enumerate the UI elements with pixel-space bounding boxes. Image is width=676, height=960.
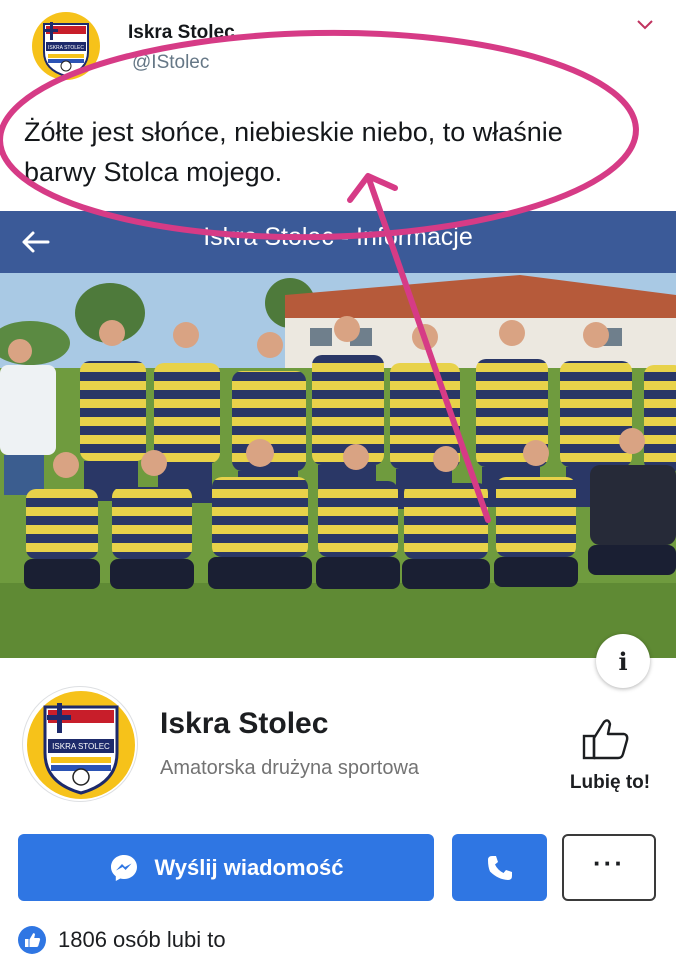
more-dots-icon: ··· [593, 847, 625, 878]
chevron-down-icon[interactable] [636, 18, 654, 32]
team-photo-image [0, 273, 676, 658]
svg-text:ISKRA STOLEC: ISKRA STOLEC [48, 45, 84, 51]
tweet-text: Żółte jest słońce, niebieskie niebo, to … [24, 112, 664, 192]
page-name: Iskra Stolec [160, 707, 329, 740]
likes-count-row[interactable]: 1806 osób lubi to [18, 925, 226, 955]
club-crest-logo: ISKRA STOLEC [27, 691, 135, 799]
like-label[interactable]: Lubię to! [562, 772, 658, 794]
club-crest-logo: ISKRA STOLEC [32, 12, 100, 80]
send-message-label: Wyślij wiadomość [154, 854, 344, 880]
call-button[interactable] [452, 834, 547, 901]
tweet-header: ISKRA STOLEC Iskra Stolec @IStolec Żółte… [0, 0, 676, 210]
cover-photo[interactable] [0, 273, 676, 658]
info-button[interactable]: i [596, 634, 650, 688]
more-options-button[interactable]: ··· [562, 834, 656, 901]
tweet-text-line: barwy Stolca mojego. [24, 157, 283, 187]
tweet-display-name[interactable]: Iskra Stolec [128, 22, 235, 44]
tweet-handle[interactable]: @IStolec [132, 52, 209, 74]
send-message-button[interactable]: Wyślij wiadomość [18, 834, 434, 901]
svg-text:ISKRA STOLEC: ISKRA STOLEC [52, 742, 110, 751]
thumbs-up-icon[interactable] [582, 716, 630, 760]
facebook-header-bar: Iskra Stolec - Informacje [0, 211, 676, 273]
phone-icon [487, 855, 512, 880]
likes-count-text: 1806 osób lubi to [58, 927, 226, 952]
page-title: Iskra Stolec - Informacje [203, 223, 473, 251]
messenger-icon [111, 854, 138, 881]
avatar[interactable]: ISKRA STOLEC [22, 686, 138, 802]
info-icon: i [618, 646, 628, 676]
page-category: Amatorska drużyna sportowa [160, 757, 420, 779]
like-badge-icon [18, 926, 46, 954]
tweet-text-line: Żółte jest słońce, niebieskie niebo, to … [24, 117, 563, 147]
